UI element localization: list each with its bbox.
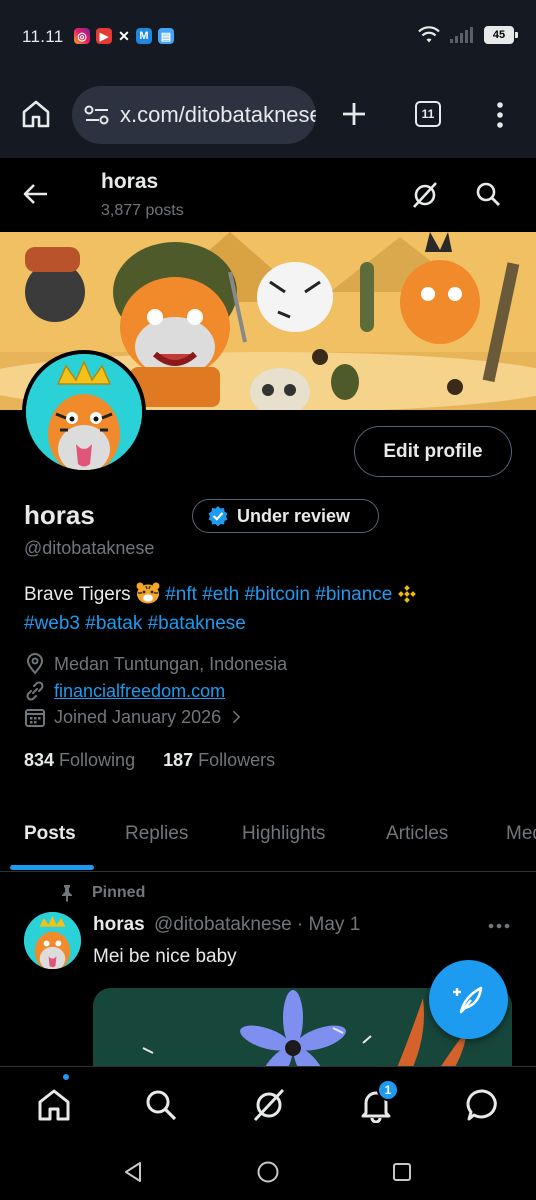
tab-media[interactable]: Media xyxy=(506,823,536,845)
joined-row[interactable]: Joined January 2026 xyxy=(24,706,245,728)
header-post-count: 3,877 posts xyxy=(101,202,184,219)
pinned-label: Pinned xyxy=(58,884,145,902)
site-settings-icon[interactable] xyxy=(84,104,110,126)
tab-posts[interactable]: Posts xyxy=(24,823,76,845)
wifi-icon xyxy=(418,26,440,43)
tiger-emoji-icon xyxy=(136,582,160,604)
tab-switcher-button[interactable]: 11 xyxy=(415,101,441,127)
profile-handle: @ditobataknese xyxy=(24,538,155,558)
tab-articles[interactable]: Articles xyxy=(386,823,448,845)
more-options-icon[interactable] xyxy=(486,916,512,936)
instagram-icon: ◎ xyxy=(74,28,90,44)
x-icon: ✕ xyxy=(118,27,130,44)
back-arrow-icon[interactable] xyxy=(22,180,50,208)
system-back-icon[interactable] xyxy=(122,1160,146,1184)
follow-stats: 834 Following 187 Followers xyxy=(24,750,275,771)
search-icon[interactable] xyxy=(143,1087,179,1123)
post-avatar-image xyxy=(24,912,81,969)
edit-profile-button[interactable]: Edit profile xyxy=(354,426,512,477)
browser-menu-icon[interactable] xyxy=(488,100,512,130)
chevron-right-icon xyxy=(232,710,241,724)
hashtag-link[interactable]: #bataknese xyxy=(148,613,246,634)
following-link[interactable]: 834 Following xyxy=(24,750,135,771)
followers-count: 187 xyxy=(163,750,194,770)
search-icon[interactable] xyxy=(474,180,502,208)
location-text: Medan Tuntungan, Indonesia xyxy=(54,653,288,674)
compose-post-button[interactable] xyxy=(429,960,508,1039)
pin-icon xyxy=(62,885,72,902)
joined-text: Joined January 2026 xyxy=(54,706,222,727)
grok-icon[interactable] xyxy=(410,180,440,210)
signal-icon xyxy=(450,27,473,43)
display-name: horas xyxy=(24,500,95,530)
followers-link[interactable]: 187 Followers xyxy=(163,750,275,771)
binance-logo-icon xyxy=(397,585,416,603)
tab-replies[interactable]: Replies xyxy=(125,823,188,845)
profile-tabs: Posts Replies Highlights Articles Media xyxy=(0,806,536,872)
bottom-navigation: 1 xyxy=(0,1066,536,1142)
hashtag-link[interactable]: #bitcoin xyxy=(244,584,310,605)
location-row: Medan Tuntungan, Indonesia xyxy=(24,653,287,675)
notification-count-badge: 1 xyxy=(377,1079,399,1101)
calendar-icon xyxy=(25,709,45,727)
bio-text: Brave Tigers xyxy=(24,584,131,605)
active-tab-indicator xyxy=(10,865,94,870)
badge-label: Under review xyxy=(237,505,351,526)
tab-highlights[interactable]: Highlights xyxy=(242,823,325,845)
hashtag-link[interactable]: #batak xyxy=(85,613,142,634)
verification-status-badge[interactable]: Under review xyxy=(192,499,379,533)
profile-bio: Brave Tigers #nft #eth #bitcoin #binance… xyxy=(24,580,524,638)
post-date[interactable]: May 1 xyxy=(309,914,361,935)
profile-top-bar: horas 3,877 posts xyxy=(0,158,536,232)
browser-toolbar: x.com/ditobataknese 11 xyxy=(0,76,536,158)
battery-icon: 45 xyxy=(484,26,518,44)
post-author-name[interactable]: horas xyxy=(93,914,145,935)
post-author-handle[interactable]: @ditobataknese xyxy=(154,914,292,935)
compose-feather-icon xyxy=(452,986,482,1013)
url-text: x.com/ditobataknese xyxy=(120,102,316,127)
verified-badge-icon xyxy=(208,506,228,527)
hashtag-link[interactable]: #nft xyxy=(165,584,197,605)
post-text: Mei be nice baby xyxy=(93,946,237,967)
messages-icon[interactable] xyxy=(465,1087,501,1123)
post-header: horas @ditobataknese · May 1 xyxy=(93,914,360,936)
avatar-tiger-image xyxy=(26,354,142,470)
browser-home-icon[interactable] xyxy=(20,98,52,130)
following-count: 834 xyxy=(24,750,55,770)
post-author-avatar[interactable] xyxy=(24,912,81,969)
android-navigation-bar xyxy=(0,1142,536,1200)
notes-icon: ▤ xyxy=(158,28,174,44)
home-icon[interactable] xyxy=(36,1087,72,1123)
gmail-icon: M xyxy=(136,28,152,44)
grok-icon[interactable] xyxy=(251,1087,287,1123)
status-bar: 11.11 ◎ ▶ ✕ M ▤ 45 xyxy=(0,0,536,76)
system-home-icon[interactable] xyxy=(256,1160,280,1184)
location-pin-icon xyxy=(26,653,44,675)
hashtag-link[interactable]: #web3 xyxy=(24,613,80,634)
website-row: financialfreedom.com xyxy=(24,680,225,702)
system-recents-icon[interactable] xyxy=(390,1160,414,1184)
followers-label: Followers xyxy=(198,750,276,770)
hashtag-link[interactable]: #eth xyxy=(202,584,239,605)
link-icon xyxy=(26,681,44,701)
profile-avatar[interactable] xyxy=(22,350,146,474)
hashtag-link[interactable]: #binance xyxy=(315,584,392,605)
header-name: horas xyxy=(101,170,159,193)
pinned-text: Pinned xyxy=(92,884,146,901)
post-separator: · xyxy=(296,914,304,935)
new-tab-icon[interactable] xyxy=(340,100,368,128)
clock: 11.11 xyxy=(22,27,64,46)
website-link[interactable]: financialfreedom.com xyxy=(54,681,225,702)
address-bar[interactable]: x.com/ditobataknese xyxy=(72,86,316,144)
system-icons: 45 xyxy=(418,26,518,44)
notification-icons: ◎ ▶ ✕ M ▤ xyxy=(74,28,174,44)
following-label: Following xyxy=(59,750,136,770)
youtube-icon: ▶ xyxy=(96,28,112,44)
home-new-indicator xyxy=(61,1072,71,1082)
